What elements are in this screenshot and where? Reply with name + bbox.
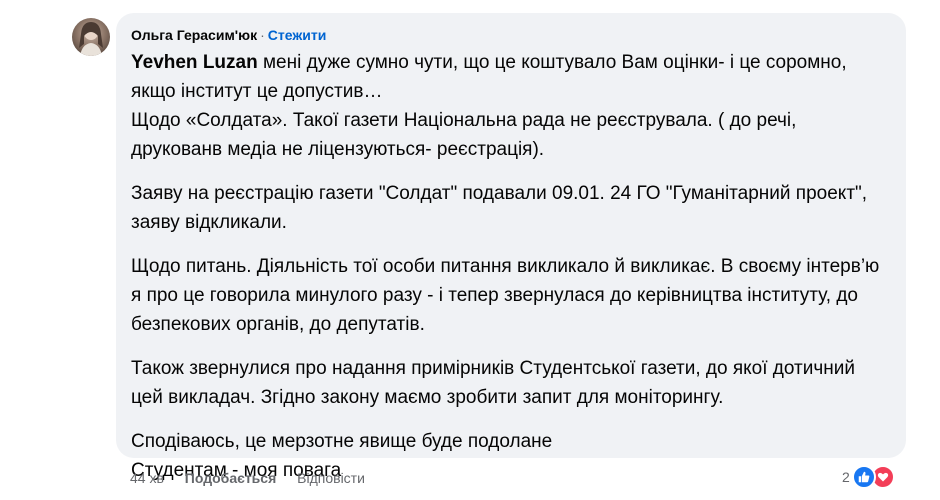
follow-button[interactable]: Стежити — [268, 27, 327, 43]
mention-link[interactable]: Yevhen Luzan — [131, 52, 258, 73]
comment-paragraph-1: Yevhen Luzan мені дуже сумно чути, що це… — [131, 48, 891, 164]
comment-actions: 44 хв Подобається Відповісти — [130, 470, 382, 486]
author-name[interactable]: Ольга Герасим'юк — [131, 27, 257, 43]
comment-paragraph-2: Заяву на реєстрацію газети "Солдат" пода… — [131, 183, 868, 233]
reaction-summary[interactable]: 2 — [842, 465, 895, 489]
timestamp[interactable]: 44 хв — [130, 470, 164, 486]
reply-button[interactable]: Відповісти — [297, 470, 365, 486]
header-separator: · — [260, 27, 265, 43]
comment-paragraph-4: Також звернулися про надання примірників… — [131, 358, 855, 408]
comment-bubble: Ольга Герасим'юк · Стежити Yevhen Luzan ме… — [116, 13, 906, 481]
avatar[interactable] — [72, 18, 110, 56]
like-icon — [851, 465, 876, 489]
like-button[interactable]: Подобається — [185, 470, 276, 486]
comment-paragraph-3: Щодо питань. Діяльність тої особи питанн… — [131, 256, 880, 335]
comment-text-line: Щодо «Солдата». Такої газети Національна… — [131, 110, 797, 160]
comment-text-line: Сподіваюсь, це мерзотне явище буде подол… — [131, 431, 553, 452]
comment-header: Ольга Герасим'юк · Стежити — [131, 26, 326, 44]
reaction-count: 2 — [842, 469, 850, 485]
comment-body: Yevhen Luzan мені дуже сумно чути, що це… — [131, 48, 891, 500]
